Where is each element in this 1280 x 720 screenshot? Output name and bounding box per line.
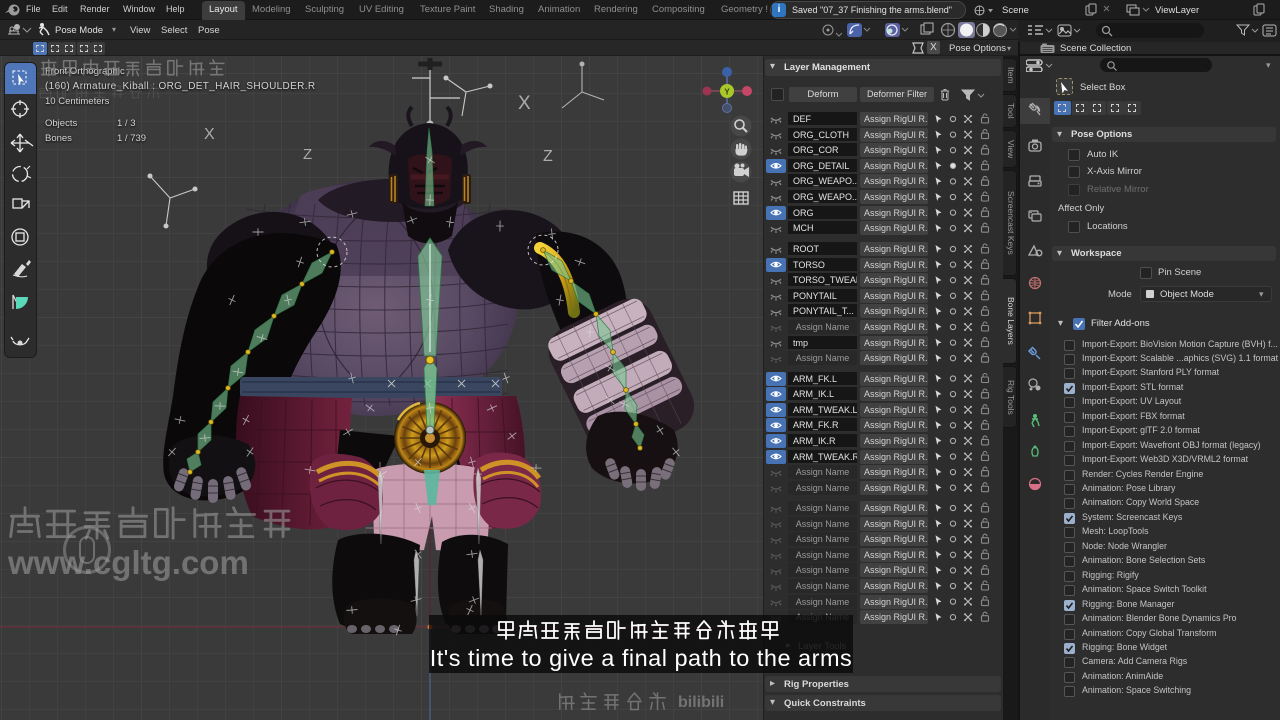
svg-text:Y: Y [724,88,730,97]
